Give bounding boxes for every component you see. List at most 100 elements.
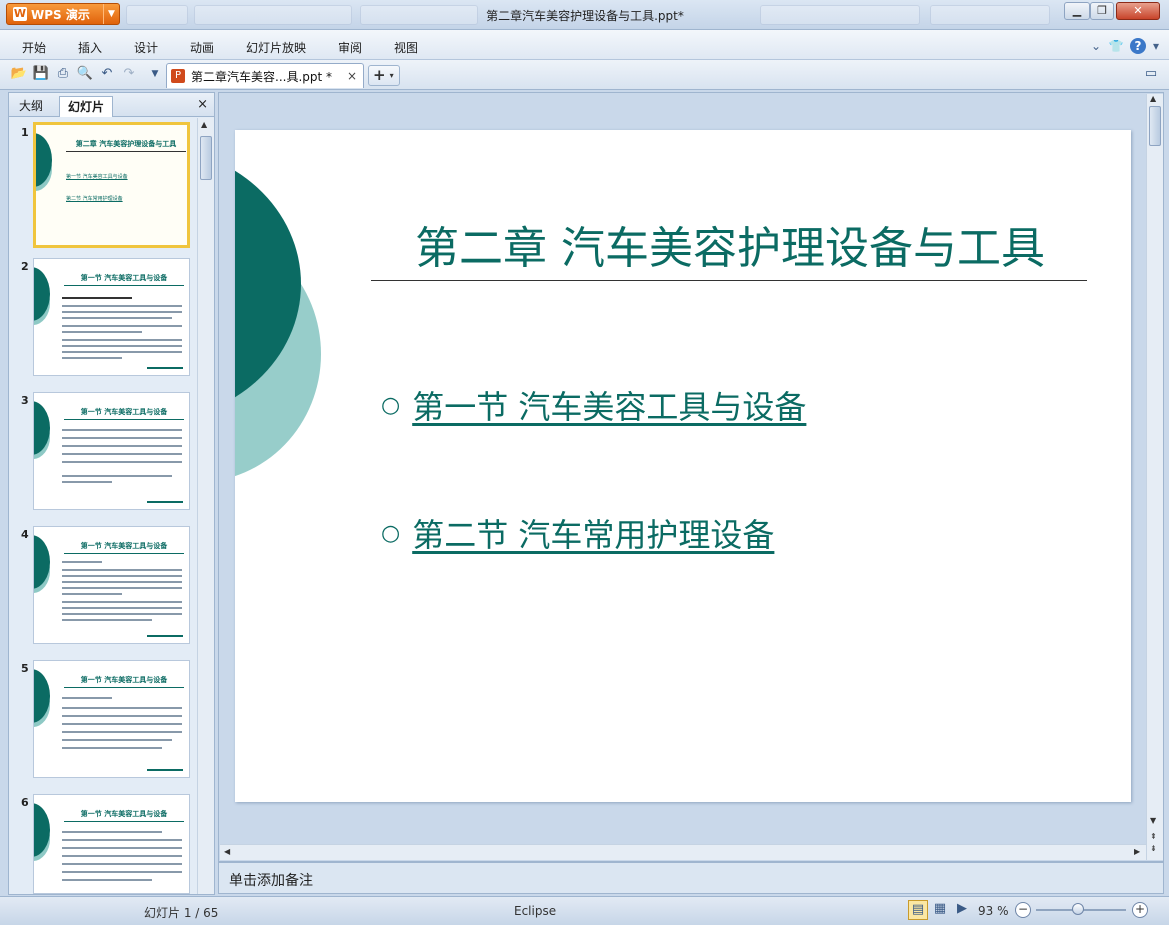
close-tab-icon[interactable]: × — [347, 69, 357, 83]
title-bar: W WPS 演示 ▼ 第二章汽车美容护理设备与工具.ppt* ▁ ❐ ✕ — [0, 0, 1169, 30]
thumbnail-text-line — [62, 601, 182, 603]
thumbnail-text-line — [62, 357, 122, 359]
thumbnail-number: 4 — [21, 528, 29, 541]
menu-animation[interactable]: 动画 — [190, 39, 214, 56]
notes-pane[interactable]: 单击添加备注 — [218, 862, 1164, 894]
zoom-level[interactable]: 93 % — [978, 904, 1009, 918]
thumbnail-text-line — [62, 311, 182, 313]
thumbnail-text-line — [62, 607, 182, 609]
chevron-down-icon[interactable]: ▾ — [390, 71, 394, 80]
zoom-out-button[interactable]: − — [1015, 902, 1031, 918]
menu-bar: 开始 插入 设计 动画 幻灯片放映 审阅 视图 ⌄ 👕 ? ▾ — [0, 30, 1169, 60]
open-icon[interactable]: 📂 — [10, 65, 28, 83]
status-bar: 幻灯片 1 / 65 Eclipse ▤ ▦ ▶ 93 % − + — [0, 896, 1169, 925]
undo-icon[interactable]: ↶ — [98, 65, 116, 83]
thumbnail-text-line — [62, 593, 122, 595]
print-preview-icon[interactable]: 🔍 — [76, 65, 94, 83]
thumbnail-title: 第一节 汽车美容工具与设备 — [64, 541, 184, 554]
thumbnail-text-line — [62, 575, 182, 577]
redo-icon[interactable]: ↷ — [120, 65, 138, 83]
scroll-up-icon[interactable]: ▲ — [201, 120, 207, 129]
section-link-text[interactable]: 第一节 汽车美容工具与设备 — [412, 382, 806, 428]
thumbnail-number: 5 — [21, 662, 29, 675]
thumbnail-text-line — [62, 569, 182, 571]
thumbnail-text-line — [62, 461, 182, 463]
next-slide-icon[interactable]: ⇟ — [1150, 844, 1157, 853]
thumbnail-text-line — [62, 445, 182, 447]
thumbnail-footer — [147, 501, 183, 503]
title-divider — [371, 280, 1087, 281]
slide-thumbnail[interactable]: 第一节 汽车美容工具与设备 — [33, 660, 190, 778]
thumbnail-text-line — [62, 475, 172, 477]
thumbnail-list: 1 第二章 汽车美容护理设备与工具 第一节 汽车美容工具与设备 第二节 汽车常用… — [9, 118, 197, 894]
scroll-up-icon[interactable]: ▲ — [1150, 94, 1156, 103]
previous-slide-icon[interactable]: ⇞ — [1150, 832, 1157, 841]
thumbnail-text-line — [62, 587, 182, 589]
menu-slideshow[interactable]: 幻灯片放映 — [246, 39, 306, 56]
section-link-2[interactable]: ○ 第二节 汽车常用护理设备 — [381, 510, 774, 556]
save-icon[interactable]: 💾 — [32, 65, 50, 83]
help-icon[interactable]: ? — [1130, 38, 1146, 54]
vertical-scrollbar[interactable]: ▲ ▼ ⇞ ⇟ — [1146, 94, 1163, 860]
thumbnail-title: 第一节 汽车美容工具与设备 — [64, 809, 184, 822]
thumbnail-title: 第一节 汽车美容工具与设备 — [64, 273, 184, 286]
section-link-text[interactable]: 第二节 汽车常用护理设备 — [412, 510, 774, 556]
slide-thumbnail[interactable]: 第一节 汽车美容工具与设备 — [33, 526, 190, 644]
notes-placeholder[interactable]: 单击添加备注 — [229, 870, 313, 890]
scroll-right-icon[interactable]: ▶ — [1134, 847, 1140, 856]
close-window-button[interactable]: ✕ — [1116, 2, 1160, 20]
skin-icon[interactable]: 👕 — [1108, 38, 1124, 54]
minimize-button[interactable]: ▁ — [1064, 2, 1090, 20]
thumbnail-text-line — [62, 739, 172, 741]
close-panel-icon[interactable]: × — [197, 97, 208, 112]
chevron-down-icon[interactable]: ▼ — [103, 4, 119, 24]
thumbnail-text-line — [62, 847, 182, 849]
slide-canvas[interactable]: 第二章 汽车美容护理设备与工具 ○ 第一节 汽车美容工具与设备 ○ 第二节 汽车… — [235, 130, 1131, 802]
ppt-file-icon: P — [171, 69, 185, 83]
scroll-left-icon[interactable]: ◀ — [224, 847, 230, 856]
thumbnail-text-line — [62, 747, 162, 749]
section-link-1[interactable]: ○ 第一节 汽车美容工具与设备 — [381, 382, 806, 428]
thumbnail-footer — [147, 769, 183, 771]
thumbnail-text-line — [62, 305, 182, 307]
menu-view[interactable]: 视图 — [394, 39, 418, 56]
menu-review[interactable]: 审阅 — [338, 39, 362, 56]
thumbnail-text-line — [62, 871, 182, 873]
thumbnail-scrollbar[interactable]: ▲ — [197, 118, 214, 894]
document-tab[interactable]: P 第二章汽车美容...具.ppt * × — [166, 63, 364, 88]
chevron-down-icon[interactable]: ⌄ — [1088, 38, 1104, 54]
layout-icon[interactable]: ▭ — [1142, 65, 1160, 83]
scrollbar-thumb[interactable] — [200, 136, 212, 180]
thumbnail-footer — [147, 367, 183, 369]
slide-sorter-icon[interactable]: ▦ — [930, 900, 950, 920]
slideshow-icon[interactable]: ▶ — [952, 900, 972, 920]
scroll-down-icon[interactable]: ▼ — [1150, 816, 1156, 825]
slide-thumbnail[interactable]: 第二章 汽车美容护理设备与工具 第一节 汽车美容工具与设备 第二节 汽车常用护理… — [33, 122, 190, 248]
new-tab-button[interactable]: + ▾ — [368, 65, 400, 86]
print-icon[interactable]: ⎙ — [54, 65, 72, 83]
tab-slides[interactable]: 幻灯片 — [59, 96, 114, 117]
thumbnail-text-line — [62, 707, 182, 709]
thumbnail-text-line — [62, 561, 102, 563]
menu-design[interactable]: 设计 — [134, 39, 158, 56]
normal-view-icon[interactable]: ▤ — [908, 900, 928, 920]
slide-thumbnail[interactable]: 第一节 汽车美容工具与设备 — [33, 392, 190, 510]
tab-outline[interactable]: 大纲 — [11, 96, 51, 117]
toolbar-dropdown-icon[interactable]: ▼ — [146, 65, 164, 83]
slide-thumbnail[interactable]: 第一节 汽车美容工具与设备 — [33, 794, 190, 894]
wps-app-menu-button[interactable]: W WPS 演示 ▼ — [6, 3, 120, 25]
menu-home[interactable]: 开始 — [22, 39, 46, 56]
slide-thumbnail[interactable]: 第一节 汽车美容工具与设备 — [33, 258, 190, 376]
horizontal-scrollbar[interactable]: ◀ ▶ — [220, 844, 1146, 860]
maximize-button[interactable]: ❐ — [1090, 2, 1114, 20]
slide-title[interactable]: 第二章 汽车美容护理设备与工具 — [373, 212, 1087, 276]
background-window-tab — [194, 5, 352, 25]
thumbnail-text-line — [62, 297, 132, 299]
zoom-in-button[interactable]: + — [1132, 902, 1148, 918]
chevron-down-icon[interactable]: ▾ — [1148, 38, 1164, 54]
zoom-slider-handle[interactable] — [1072, 903, 1084, 915]
scrollbar-thumb[interactable] — [1149, 106, 1161, 146]
menu-insert[interactable]: 插入 — [78, 39, 102, 56]
thumbnail-number: 2 — [21, 260, 29, 273]
wps-brand-label: WPS 演示 — [31, 7, 90, 22]
